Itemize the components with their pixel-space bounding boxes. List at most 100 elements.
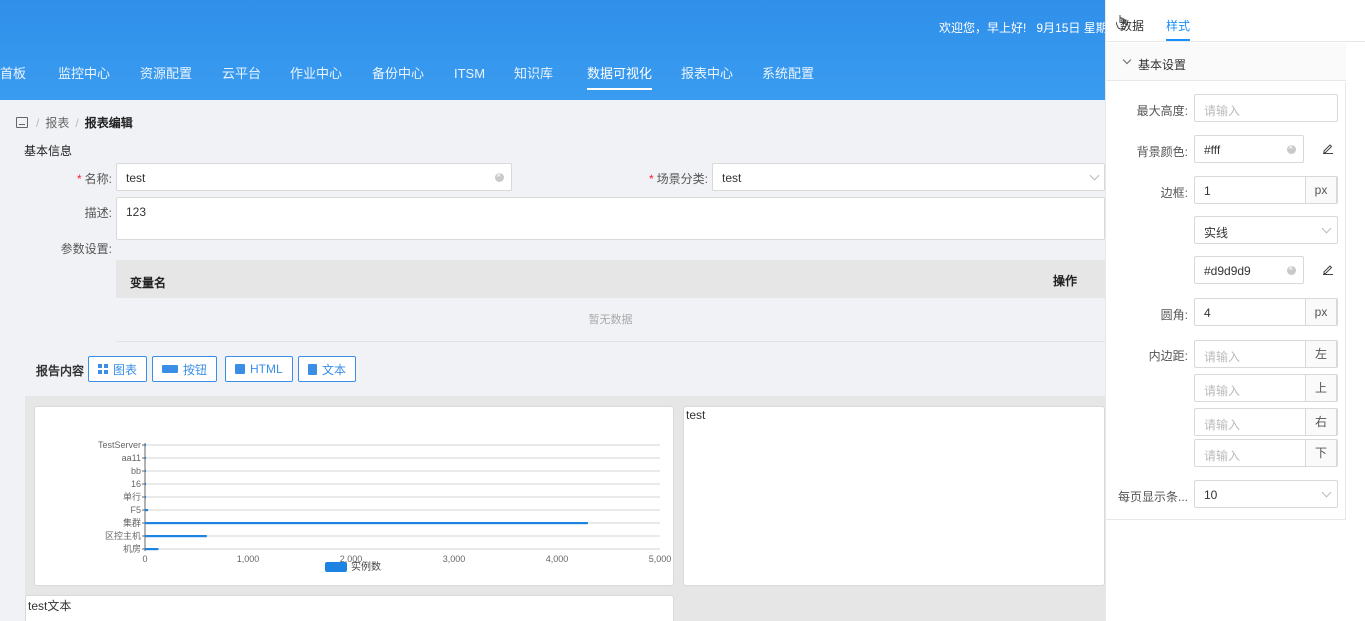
padding-bottom-input[interactable]: 请输入 下 (1194, 439, 1338, 467)
border-width-input[interactable]: 1 px (1194, 176, 1338, 204)
clear-icon[interactable] (1287, 142, 1296, 154)
bar (145, 457, 146, 460)
section-label: 基本设置 (1138, 58, 1187, 72)
name-input[interactable]: test (116, 163, 512, 191)
collapse-header[interactable]: 基本设置 (1106, 43, 1346, 81)
border-style-select[interactable]: 实线 (1194, 216, 1338, 244)
max-height-input[interactable]: 请输入 (1194, 94, 1338, 122)
y-tick-label: 单行 (123, 491, 141, 502)
px-addon: px (1305, 176, 1337, 204)
main-nav: 首板 监控中心 资源配置 云平台 作业中心 备份中心 ITSM 知识库 数据可视… (0, 62, 1105, 100)
section-title: 基本信息 (24, 144, 73, 158)
clear-icon[interactable] (1287, 263, 1296, 275)
bar (145, 444, 146, 447)
page-size-select[interactable]: 10 (1194, 480, 1338, 508)
legend-label: 实例数 (351, 560, 381, 573)
nav-item-backup[interactable]: 备份中心 (372, 62, 424, 100)
y-tick-label: 集群 (123, 517, 141, 528)
edit-icon[interactable] (1322, 263, 1334, 275)
main-content: / 报表 / 报表编辑 基本信息 *名称: test *场景分类: test 描… (0, 100, 1105, 621)
page-size-label: 每页显示条... (1117, 490, 1188, 504)
bar (145, 483, 146, 486)
y-tick-label: aa11 (122, 453, 141, 463)
desc-textarea[interactable]: 123 (116, 197, 1105, 240)
chevron-down-icon (1089, 170, 1100, 181)
add-text-button[interactable]: 文本 (298, 356, 357, 382)
edit-icon[interactable] (1322, 142, 1334, 154)
add-button-button[interactable]: 按钮 (152, 356, 218, 382)
breadcrumb-reports[interactable]: 报表 (45, 114, 69, 131)
bg-color-label: 背景颜色: (1136, 145, 1188, 159)
params-label: 参数设置: (60, 242, 112, 256)
greeting: 欢迎您，早上好! (939, 21, 1027, 35)
y-tick-label: 区控主机 (105, 530, 141, 541)
chart-card[interactable]: TestServer aa11 bb 16 单行 F5 集群 区控主机 机房 0 1,000 2,00… (34, 406, 674, 586)
welcome-text: 欢迎您，早上好! 9月15日 星期 (939, 19, 1118, 36)
tab-style[interactable]: 样式 (1166, 17, 1191, 41)
nav-item-resource[interactable]: 资源配置 (140, 62, 192, 100)
nav-item-dashboard[interactable]: 首板 (0, 62, 26, 100)
padding-right-input[interactable]: 请输入 右 (1194, 408, 1338, 436)
bar (145, 470, 146, 473)
report-icon[interactable] (16, 117, 28, 128)
desc-label: 描述: (84, 206, 112, 220)
tab-data[interactable]: 数据 (1120, 17, 1144, 34)
max-height-label: 最大高度: (1136, 104, 1188, 118)
col-actions: 操作 (1053, 274, 1078, 288)
chevron-down-icon (1321, 487, 1332, 498)
x-tick-label: 4,000 (546, 554, 569, 564)
name-label: * 名称: (76, 172, 112, 186)
grid-icon (98, 364, 108, 374)
x-tick-label: 0 (142, 554, 147, 564)
style-panel: 数据 样式 基本设置 最大高度: 请输入 背景颜色: #fff 边框: 1 px… (1105, 0, 1365, 621)
px-addon: px (1305, 298, 1337, 326)
settings-form: 最大高度: 请输入 背景颜色: #fff 边框: 1 px 实线 #d9d9d9 (1106, 82, 1346, 520)
bar (145, 509, 149, 512)
text-card-2-content: test文本 (28, 599, 72, 613)
legend-swatch (325, 562, 347, 572)
btn-icon (162, 365, 178, 373)
clear-icon[interactable] (495, 170, 504, 182)
col-variable: 变量名 (130, 276, 167, 290)
x-tick-label: 1,000 (237, 554, 260, 564)
left-addon: 左 (1305, 340, 1337, 368)
text-card-content: test (686, 408, 706, 422)
add-chart-button[interactable]: 图表 (88, 356, 148, 382)
padding-label: 内边距: (1148, 349, 1188, 363)
empty-state: 暂无数据 (116, 298, 1105, 342)
nav-item-cloud[interactable]: 云平台 (222, 62, 261, 100)
text-card-2[interactable]: test文本 (25, 595, 674, 621)
report-label: 报告内容 (36, 364, 85, 378)
padding-left-input[interactable]: 请输入 左 (1194, 340, 1338, 368)
y-tick-label: 16 (131, 479, 141, 489)
report-canvas: TestServer aa11 bb 16 单行 F5 集群 区控主机 机房 0 1,000 2,00… (25, 396, 1105, 621)
nav-item-knowledge[interactable]: 知识库 (514, 62, 553, 100)
radius-label: 圆角: (1160, 308, 1188, 322)
bar (145, 548, 159, 551)
nav-item-reports[interactable]: 报表中心 (681, 62, 733, 100)
nav-item-visualization[interactable]: 数据可视化 (587, 62, 653, 100)
radius-input[interactable]: 4 px (1194, 298, 1338, 326)
html-icon (235, 364, 245, 374)
bar (145, 522, 588, 525)
chevron-down-icon (1122, 55, 1132, 65)
breadcrumb: / 报表 / 报表编辑 (16, 114, 133, 131)
breadcrumb-current: 报表编辑 (84, 116, 133, 130)
bg-color-input[interactable]: #fff (1194, 135, 1304, 163)
table-header: 变量名 操作 (116, 260, 1105, 298)
scene-select[interactable]: test (712, 163, 1105, 191)
nav-item-jobs[interactable]: 作业中心 (290, 62, 342, 100)
y-tick-label: 机房 (123, 543, 141, 554)
nav-item-settings[interactable]: 系统配置 (762, 62, 814, 100)
right-addon: 右 (1305, 408, 1337, 436)
bottom-addon: 下 (1305, 439, 1337, 467)
padding-top-input[interactable]: 请输入 上 (1194, 374, 1338, 402)
x-tick-label: 5,000 (649, 554, 672, 564)
nav-item-itsm[interactable]: ITSM (454, 62, 485, 100)
text-card[interactable]: test (683, 406, 1105, 586)
nav-item-monitor[interactable]: 监控中心 (58, 62, 110, 100)
x-tick-label: 3,000 (443, 554, 466, 564)
bar (145, 535, 207, 538)
add-html-button[interactable]: HTML (225, 356, 293, 382)
border-color-input[interactable]: #d9d9d9 (1194, 256, 1304, 284)
